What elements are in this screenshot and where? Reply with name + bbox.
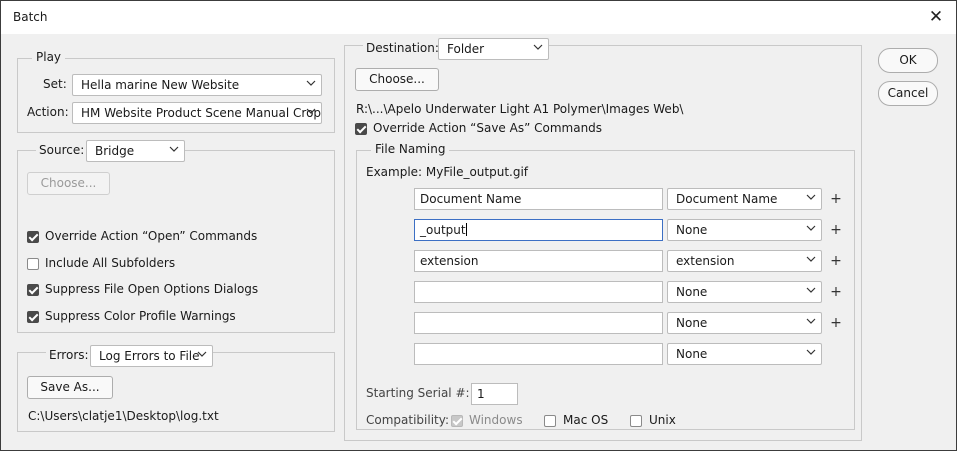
add-row-icon[interactable]: + (830, 285, 842, 299)
source-choose-button[interactable]: Choose... (27, 172, 110, 195)
destination-path: R:\...\Apelo Underwater Light A1 Polymer… (356, 102, 684, 116)
source-select[interactable]: Bridge (86, 140, 185, 162)
naming-select-value: Document Name (676, 192, 778, 206)
naming-text-value: Document Name (420, 192, 522, 206)
mac-os-label: Mac OS (563, 413, 609, 427)
override-save-as-label: Override Action “Save As” Commands (373, 121, 603, 135)
chevron-down-icon (197, 349, 207, 359)
close-icon[interactable]: ✕ (925, 5, 947, 29)
destination-group: Destination: Folder Choose... R:\...\Ape… (344, 38, 862, 441)
window-title: Batch (13, 10, 48, 24)
errors-value: Log Errors to File (99, 349, 200, 363)
chevron-down-icon (806, 192, 816, 202)
naming-select-value: None (676, 347, 708, 361)
serial-label: Starting Serial #: (366, 386, 470, 400)
errors-label: Errors: (46, 348, 92, 362)
include-subfolders-checkbox[interactable] (27, 258, 39, 270)
windows-label: Windows (469, 413, 523, 427)
windows-checkbox (451, 415, 463, 427)
naming-text-field-4[interactable] (414, 281, 663, 303)
title-bar: Batch ✕ (1, 1, 956, 34)
suppress-color-warnings-checkbox[interactable] (27, 311, 39, 323)
serial-input[interactable]: 1 (471, 383, 518, 405)
errors-group: Errors: Log Errors to File Save As... C:… (17, 345, 335, 432)
naming-text-field-2[interactable]: _output (414, 219, 663, 241)
destination-label: Destination: (363, 41, 442, 55)
cancel-button[interactable]: Cancel (878, 81, 938, 106)
chevron-down-icon (806, 223, 816, 233)
naming-select-2[interactable]: None (667, 219, 822, 241)
naming-select-1[interactable]: Document Name (667, 188, 822, 210)
naming-text-value: extension (420, 254, 479, 268)
suppress-open-options-label: Suppress File Open Options Dialogs (45, 282, 259, 296)
set-label: Set: (43, 77, 67, 91)
chevron-down-icon (533, 42, 543, 52)
chevron-down-icon (306, 106, 316, 116)
override-save-as-checkbox[interactable] (355, 123, 367, 135)
play-legend: Play (32, 50, 66, 64)
add-row-icon[interactable]: + (830, 254, 842, 268)
errors-select[interactable]: Log Errors to File (90, 345, 213, 367)
naming-select-value: None (676, 285, 708, 299)
naming-select-value: None (676, 316, 708, 330)
naming-select-6[interactable]: None (667, 343, 822, 365)
chevron-down-icon (806, 254, 816, 264)
add-row-icon[interactable]: + (830, 223, 842, 237)
action-select[interactable]: HM Website Product Scene Manual Crop (72, 102, 322, 124)
action-label: Action: (27, 105, 69, 119)
naming-text-value: _output (420, 223, 466, 237)
set-select[interactable]: Hella marine New Website (72, 74, 322, 96)
naming-text-field-6[interactable] (414, 343, 663, 365)
save-as-button[interactable]: Save As... (27, 376, 113, 399)
naming-text-field-5[interactable] (414, 312, 663, 334)
naming-select-value: extension (676, 254, 735, 268)
override-open-checkbox[interactable] (27, 231, 39, 243)
mac-os-checkbox[interactable] (544, 415, 556, 427)
serial-value: 1 (477, 387, 485, 401)
add-row-icon[interactable]: + (830, 316, 842, 330)
chevron-down-icon (806, 285, 816, 295)
source-value: Bridge (95, 144, 135, 158)
naming-select-value: None (676, 223, 708, 237)
compatibility-label: Compatibility: (366, 413, 450, 427)
log-path: C:\Users\clatje1\Desktop\log.txt (28, 409, 219, 423)
suppress-color-warnings-label: Suppress Color Profile Warnings (45, 309, 236, 323)
destination-choose-button[interactable]: Choose... (355, 68, 439, 91)
naming-text-field-3[interactable]: extension (414, 250, 663, 272)
destination-select[interactable]: Folder (438, 38, 549, 60)
text-caret (465, 223, 467, 236)
set-value: Hella marine New Website (81, 78, 240, 92)
action-value: HM Website Product Scene Manual Crop (81, 106, 322, 120)
chevron-down-icon (806, 316, 816, 326)
source-label: Source: (36, 143, 88, 157)
file-naming-group: File Naming Example: MyFile_output.gif D… (356, 142, 855, 430)
add-row-icon[interactable]: + (830, 192, 842, 206)
naming-select-4[interactable]: None (667, 281, 822, 303)
chevron-down-icon (806, 347, 816, 357)
suppress-open-options-checkbox[interactable] (27, 284, 39, 296)
override-open-label: Override Action “Open” Commands (45, 229, 258, 243)
chevron-down-icon (169, 144, 179, 154)
chevron-down-icon (306, 78, 316, 88)
naming-text-field-1[interactable]: Document Name (414, 188, 663, 210)
file-naming-example: Example: MyFile_output.gif (366, 165, 529, 179)
naming-select-3[interactable]: extension (667, 250, 822, 272)
include-subfolders-label: Include All Subfolders (45, 256, 176, 270)
source-group: Source: Bridge Choose... Override Action… (17, 140, 335, 333)
unix-checkbox[interactable] (630, 415, 642, 427)
unix-label: Unix (649, 413, 676, 427)
naming-select-5[interactable]: None (667, 312, 822, 334)
ok-button[interactable]: OK (878, 48, 938, 73)
destination-value: Folder (447, 42, 485, 56)
file-naming-legend: File Naming (371, 142, 450, 156)
batch-dialog: Batch ✕ Play Set: Hella marine New Websi… (0, 0, 957, 451)
play-group: Play Set: Hella marine New Website Actio… (17, 50, 335, 133)
